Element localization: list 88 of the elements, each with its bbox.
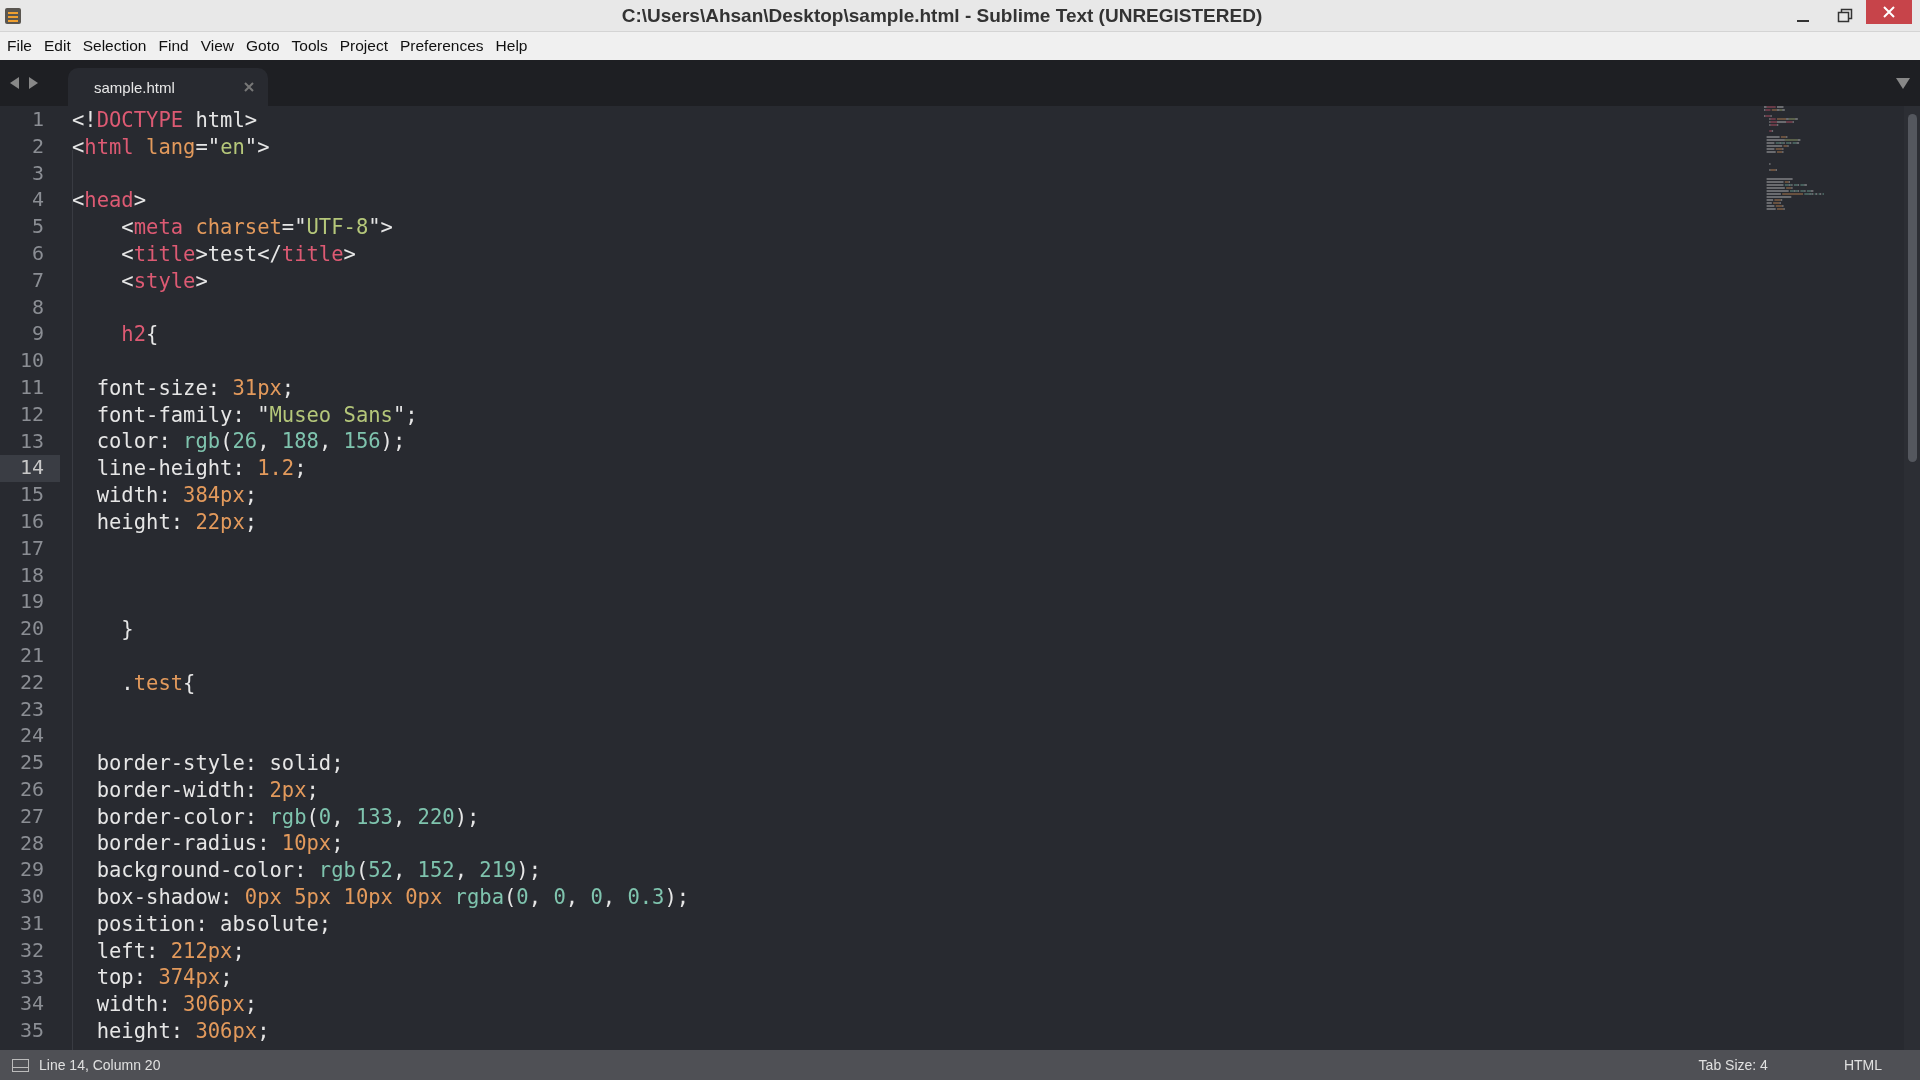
code-line: <style> bbox=[120, 268, 208, 294]
code-line: top: 374px; bbox=[95, 965, 233, 991]
file-tab[interactable]: sample.html bbox=[68, 68, 268, 106]
line-number: 10 bbox=[18, 348, 45, 375]
code-line: height: 306px; bbox=[95, 1019, 270, 1044]
line-number: 8 bbox=[30, 294, 45, 321]
line-number: 22 bbox=[18, 669, 45, 696]
cursor-position: Line 14, Column 20 bbox=[39, 1057, 161, 1073]
tab-size-indicator[interactable]: Tab Size: 4 bbox=[1698, 1057, 1768, 1073]
code-line: font-family: "Museo Sans"; bbox=[95, 402, 418, 428]
line-number: 21 bbox=[18, 642, 45, 669]
menu-item[interactable]: Preferences bbox=[394, 35, 490, 57]
line-number: 9 bbox=[30, 321, 45, 348]
code-line: width: 384px; bbox=[95, 483, 258, 509]
line-number: 14 bbox=[0, 455, 60, 483]
restore-icon bbox=[1837, 7, 1853, 24]
app-logo-icon bbox=[4, 6, 22, 25]
line-number: 7 bbox=[30, 267, 45, 294]
menu-item[interactable]: Help bbox=[489, 35, 534, 57]
line-number: 23 bbox=[18, 696, 45, 723]
line-number: 33 bbox=[18, 964, 45, 991]
line-number: 30 bbox=[18, 884, 45, 911]
close-tab-icon[interactable] bbox=[244, 82, 254, 92]
menu-item[interactable]: Project bbox=[333, 35, 394, 57]
code-line: <!DOCTYPE html> bbox=[72, 107, 258, 133]
code-line: <html lang="en"> bbox=[72, 134, 270, 160]
code-line: box-shadow: 0px 5px 10px 0px rgba(0, 0, 0, 0.3); bbox=[95, 885, 690, 910]
line-number: 15 bbox=[18, 482, 45, 509]
line-number: 18 bbox=[18, 562, 45, 589]
line-number: 26 bbox=[18, 776, 45, 803]
tab-list-dropdown-icon[interactable] bbox=[1896, 78, 1910, 89]
line-number: 20 bbox=[18, 616, 45, 643]
line-number: 1 bbox=[30, 107, 45, 133]
code-line: background-color: rgb(52, 152, 219); bbox=[95, 858, 542, 884]
syntax-indicator[interactable]: HTML bbox=[1843, 1057, 1882, 1073]
line-number: 2 bbox=[30, 133, 45, 160]
minimize-icon bbox=[1797, 19, 1809, 22]
line-number: 12 bbox=[18, 401, 45, 428]
minimap-drawing[interactable] bbox=[1764, 106, 1824, 210]
code-line: font-size: 31px; bbox=[95, 375, 295, 401]
line-number: 3 bbox=[30, 160, 45, 187]
code-line: <title>test</title> bbox=[120, 241, 356, 267]
scrollbar-thumb[interactable] bbox=[1907, 114, 1917, 462]
line-number: 35 bbox=[18, 1018, 45, 1045]
line-number: 16 bbox=[18, 508, 45, 535]
code-line: border-style: solid; bbox=[95, 751, 344, 776]
line-number: 11 bbox=[18, 374, 45, 401]
code-line: border-radius: 10px; bbox=[95, 831, 344, 857]
line-number: 34 bbox=[18, 991, 45, 1018]
code-line: left: 212px; bbox=[95, 938, 245, 964]
code-line: border-color: rgb(0, 133, 220); bbox=[95, 804, 480, 830]
panel-toggle-icon[interactable] bbox=[12, 1058, 29, 1072]
menu-item[interactable]: Selection bbox=[76, 35, 153, 57]
line-number: 28 bbox=[18, 830, 45, 857]
line-number: 19 bbox=[18, 589, 45, 616]
code-line: color: rgb(26, 188, 156); bbox=[95, 429, 406, 455]
close-icon bbox=[1882, 5, 1896, 19]
line-number: 27 bbox=[18, 803, 45, 830]
line-number: 29 bbox=[18, 857, 45, 884]
code-line: <head> bbox=[72, 188, 147, 214]
code-line: position: absolute; bbox=[95, 911, 332, 937]
menu-item[interactable]: Edit bbox=[38, 35, 77, 57]
menu-item[interactable]: Find bbox=[152, 35, 195, 57]
code-line: <meta charset="UTF-8"> bbox=[120, 215, 393, 241]
line-number: 6 bbox=[30, 241, 45, 267]
next-tab-icon[interactable] bbox=[28, 77, 38, 89]
line-number: 4 bbox=[30, 187, 45, 214]
code-line: border-width: 2px; bbox=[95, 777, 319, 803]
code-line: height: 22px; bbox=[95, 509, 258, 535]
menu-item[interactable]: Tools bbox=[285, 35, 334, 57]
code-line: } bbox=[120, 617, 134, 643]
menu-item[interactable]: File bbox=[1, 35, 38, 57]
menu-item[interactable]: Goto bbox=[239, 35, 286, 57]
line-number: 32 bbox=[18, 937, 45, 964]
menu-item[interactable]: View bbox=[194, 35, 240, 57]
code-line: h2{ bbox=[120, 322, 159, 348]
code-line: width: 306px; bbox=[95, 992, 258, 1018]
previous-tab-icon[interactable] bbox=[10, 77, 20, 89]
close-button[interactable] bbox=[1866, 0, 1912, 24]
line-number: 24 bbox=[18, 723, 45, 750]
line-number: 31 bbox=[18, 910, 45, 937]
line-number: 5 bbox=[30, 214, 45, 241]
code-line: line-height: 1.2; bbox=[95, 456, 307, 482]
code-line: .test{ bbox=[120, 670, 196, 696]
line-number: 13 bbox=[18, 428, 45, 455]
window-title: C:\Users\Ahsan\Desktop\sample.html - Sublime Text (UNREGISTERED) bbox=[620, 4, 1264, 27]
line-number: 17 bbox=[18, 535, 45, 562]
line-number: 25 bbox=[18, 750, 45, 777]
